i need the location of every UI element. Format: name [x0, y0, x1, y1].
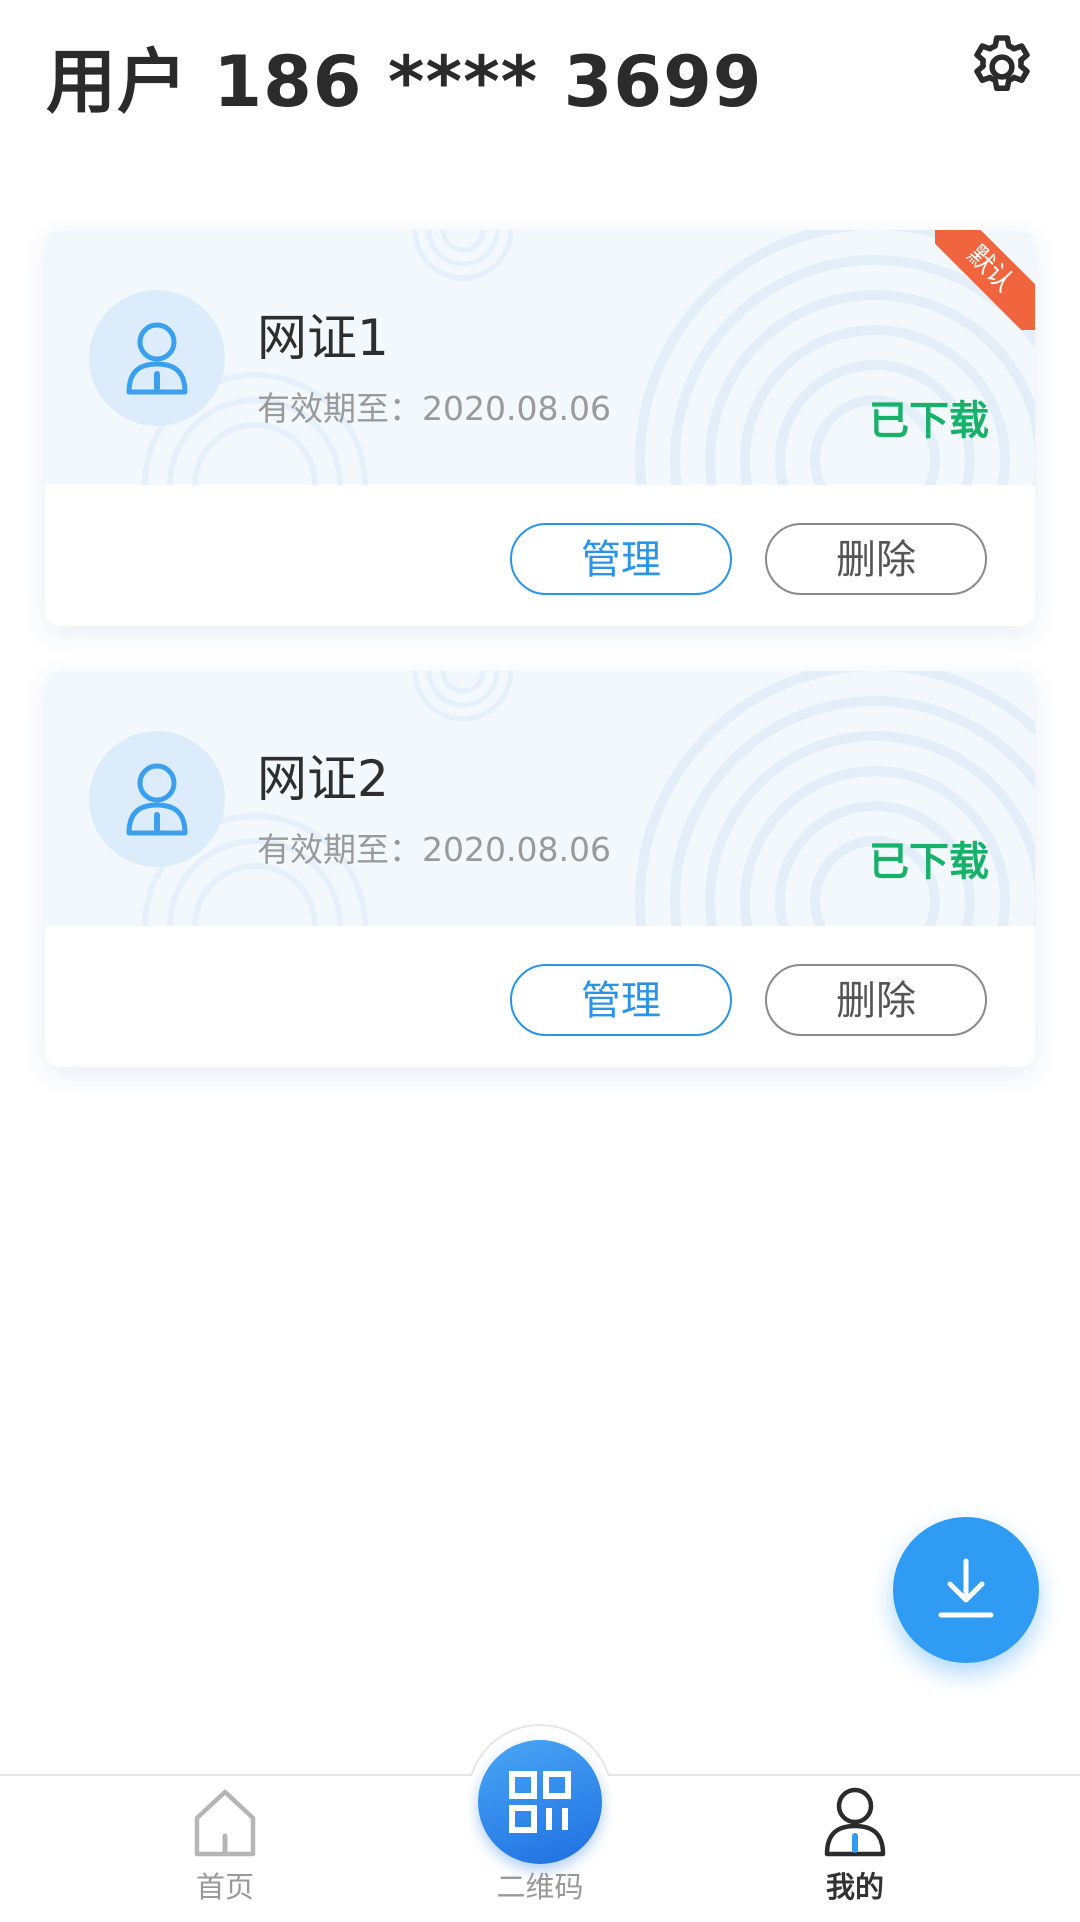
download-status: 已下载: [869, 398, 989, 444]
certificate-name: 网证1: [257, 309, 389, 367]
settings-button[interactable]: [965, 30, 1039, 104]
card-actions: 管理 删除: [45, 926, 1035, 1067]
card-header: 网证1 有效期至：2020.08.06 已下载 默认: [45, 230, 1035, 485]
page-title: 用户 186 **** 3699: [46, 41, 763, 123]
qrcode-button[interactable]: [478, 1740, 602, 1864]
manage-button[interactable]: 管理: [510, 523, 732, 595]
download-fab[interactable]: [893, 1517, 1039, 1663]
default-badge-label: 默认: [935, 230, 1035, 330]
avatar: [89, 731, 225, 867]
download-status: 已下载: [869, 839, 989, 885]
user-icon: [126, 763, 188, 836]
home-icon: [194, 1789, 256, 1857]
certificate-expiry: 有效期至：2020.08.06: [257, 830, 611, 869]
certificate-expiry: 有效期至：2020.08.06: [257, 389, 611, 428]
avatar: [89, 290, 225, 426]
nav-item-home[interactable]: 首页: [125, 1776, 325, 1920]
qrcode-icon: [509, 1771, 571, 1833]
nav-label-qrcode: 二维码: [496, 1870, 584, 1904]
card-actions: 管理 删除: [45, 485, 1035, 626]
nav-label-home: 首页: [195, 1870, 254, 1904]
default-badge: 默认: [935, 230, 1035, 330]
user-icon: [824, 1787, 886, 1857]
delete-button[interactable]: 删除: [765, 523, 987, 595]
gear-icon: [974, 35, 1030, 92]
download-icon: [938, 1558, 994, 1618]
nav-label-mine: 我的: [825, 1870, 884, 1904]
card-header: 网证2 有效期至：2020.08.06 已下载: [45, 671, 1035, 926]
header: 用户 186 **** 3699: [0, 0, 1080, 150]
user-icon: [126, 322, 188, 395]
certificate-name: 网证2: [257, 750, 389, 808]
delete-button[interactable]: 删除: [765, 964, 987, 1036]
nav-item-mine[interactable]: 我的: [755, 1776, 955, 1920]
manage-button[interactable]: 管理: [510, 964, 732, 1036]
certificate-card-2: 网证2 有效期至：2020.08.06 已下载 管理 删除: [45, 671, 1035, 1067]
certificate-card-1: 网证1 有效期至：2020.08.06 已下载 默认 管理 删除: [45, 230, 1035, 626]
